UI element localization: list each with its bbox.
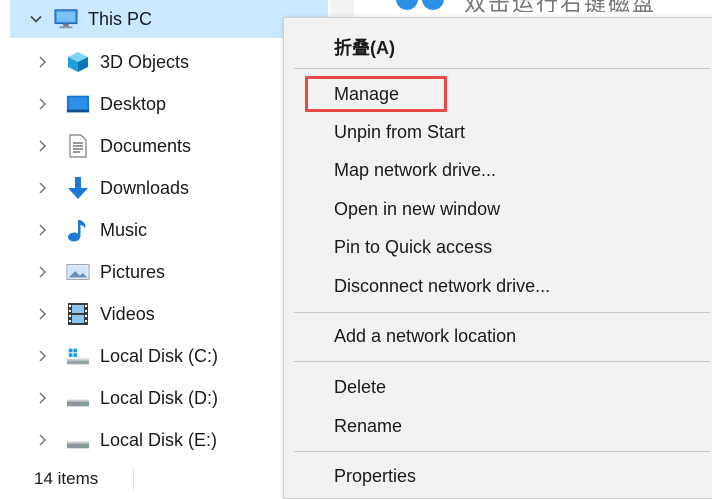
tree-item-local-disk-c[interactable]: Local Disk (C:) <box>10 336 328 376</box>
chevron-right-icon[interactable] <box>34 222 50 238</box>
tree-item-label: Local Disk (E:) <box>100 429 218 450</box>
tree-item-local-disk-e[interactable]: Local Disk (E:) <box>10 420 328 460</box>
chevron-right-icon[interactable] <box>34 138 50 154</box>
status-divider <box>133 468 134 490</box>
content-peek: 双击运行右键磁盘 <box>396 0 696 12</box>
drive-icon <box>66 428 90 452</box>
chevron-right-icon[interactable] <box>34 390 50 406</box>
cube-icon <box>66 50 90 74</box>
film-icon <box>66 302 90 326</box>
chevron-right-icon[interactable] <box>34 348 50 364</box>
menu-separator <box>294 451 710 452</box>
desktop-icon <box>66 92 90 116</box>
menu-item-collapse[interactable]: 折叠(A) <box>334 30 395 64</box>
menu-item-manage[interactable]: Manage <box>334 77 399 111</box>
menu-item-add-network-location[interactable]: Add a network location <box>334 319 516 353</box>
context-menu: 折叠(A) Manage Unpin from Start Map networ… <box>283 17 712 499</box>
menu-item-pin-quick-access[interactable]: Pin to Quick access <box>334 230 492 264</box>
tree-item-this-pc[interactable]: This PC <box>10 0 328 38</box>
chevron-right-icon[interactable] <box>34 432 50 448</box>
drive-icon <box>66 386 90 410</box>
chevron-right-icon[interactable] <box>34 264 50 280</box>
menu-item-map-network-drive[interactable]: Map network drive... <box>334 153 496 187</box>
tree-item-videos[interactable]: Videos <box>10 294 328 334</box>
menu-separator <box>294 361 710 362</box>
chevron-down-icon[interactable] <box>28 11 44 27</box>
item-count: 14 items <box>34 468 99 488</box>
tree-item-label: Downloads <box>100 177 190 198</box>
navigation-pane: This PC 3D Objects Desktop Documents Dow… <box>0 0 328 460</box>
menu-item-open-new-window[interactable]: Open in new window <box>334 192 500 226</box>
document-icon <box>66 134 90 158</box>
tree-item-label: Videos <box>100 303 155 324</box>
tree-item-label: Local Disk (D:) <box>100 387 219 408</box>
windows-drive-icon <box>66 344 90 368</box>
download-arrow-icon <box>66 176 90 200</box>
tree-item-pictures[interactable]: Pictures <box>10 252 328 292</box>
chevron-right-icon[interactable] <box>34 306 50 322</box>
menu-item-properties[interactable]: Properties <box>334 459 416 493</box>
peek-circle-icon <box>396 0 418 10</box>
chevron-right-icon[interactable] <box>34 180 50 196</box>
tree-item-label: 3D Objects <box>100 51 190 72</box>
tree-item-label: Music <box>100 219 148 240</box>
tree-item-label: Local Disk (C:) <box>100 345 219 366</box>
tree-item-label: Desktop <box>100 93 167 114</box>
music-note-icon <box>66 218 90 242</box>
peek-circle-icon <box>422 0 444 10</box>
tree-item-label: This PC <box>88 8 153 29</box>
menu-item-rename[interactable]: Rename <box>334 409 402 443</box>
tree-item-label: Pictures <box>100 261 166 282</box>
status-bar: 14 items <box>0 460 328 497</box>
monitor-icon <box>54 7 78 31</box>
tree-item-3d-objects[interactable]: 3D Objects <box>10 42 328 82</box>
menu-item-unpin-from-start[interactable]: Unpin from Start <box>334 115 465 149</box>
tree-item-label: Documents <box>100 135 192 156</box>
tree-item-documents[interactable]: Documents <box>10 126 328 166</box>
tree-item-downloads[interactable]: Downloads <box>10 168 328 208</box>
chevron-right-icon[interactable] <box>34 54 50 70</box>
tree-item-local-disk-d[interactable]: Local Disk (D:) <box>10 378 328 418</box>
menu-item-disconnect-network-drive[interactable]: Disconnect network drive... <box>334 269 550 303</box>
menu-item-delete[interactable]: Delete <box>334 370 386 404</box>
pictures-icon <box>66 260 90 284</box>
tree-item-desktop[interactable]: Desktop <box>10 84 328 124</box>
menu-separator <box>294 312 710 313</box>
menu-separator <box>294 68 710 69</box>
chevron-right-icon[interactable] <box>34 96 50 112</box>
tree-item-music[interactable]: Music <box>10 210 328 250</box>
peek-text: 双击运行右键磁盘 <box>464 0 656 12</box>
